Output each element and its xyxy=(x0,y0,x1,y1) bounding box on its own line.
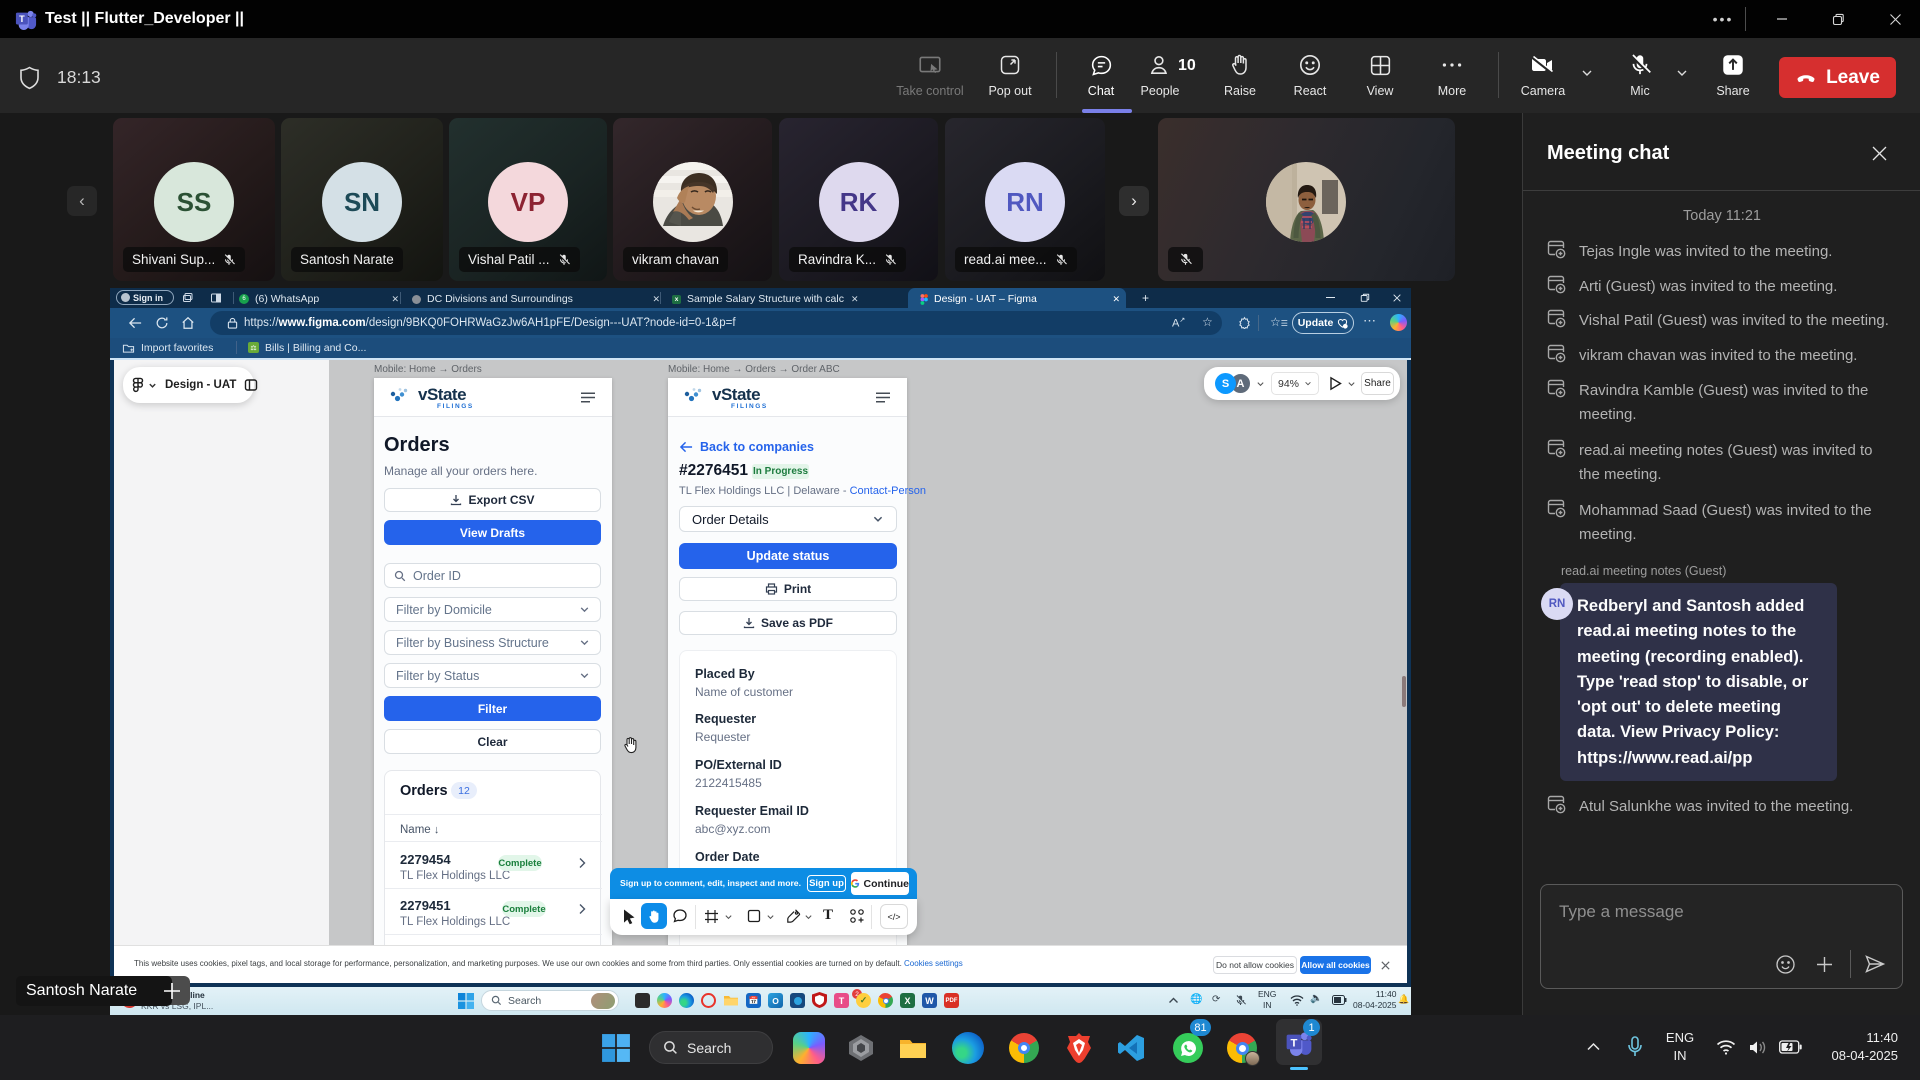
svg-text:!: ! xyxy=(1345,324,1346,329)
svg-text:T: T xyxy=(1291,1037,1298,1049)
svg-text:T: T xyxy=(19,14,25,24)
